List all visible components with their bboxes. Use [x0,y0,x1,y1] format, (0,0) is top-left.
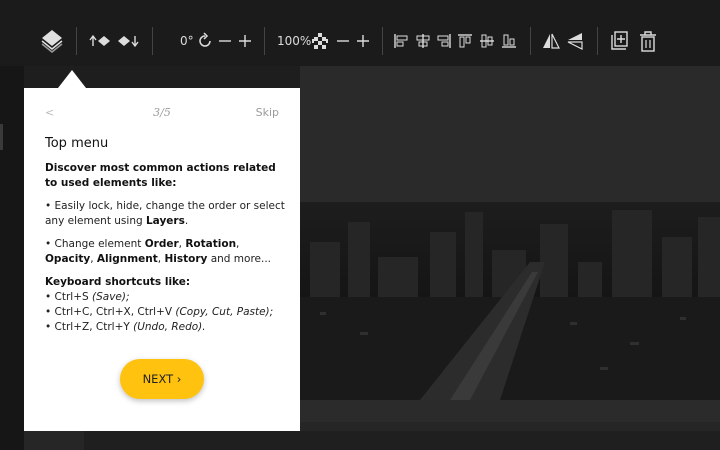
align-top-button[interactable] [457,26,473,56]
rail-tab[interactable] [0,124,3,150]
align-center-icon [415,33,431,49]
delete-button[interactable] [638,26,658,56]
move-up-button[interactable] [88,26,112,56]
canvas-bottom-panel [84,431,720,450]
align-bottom-icon [501,33,517,49]
opacity-checker-icon [312,33,328,49]
shortcut-desc: (Copy, Cut, Paste); [175,306,274,318]
opacity-readout: 100% [277,34,312,48]
tooltip-prev-button[interactable]: < [45,106,54,119]
layers-keyword: Layers [145,215,185,227]
move-down-button[interactable] [116,26,140,56]
rotation-increase-button[interactable] [238,26,252,56]
history-keyword: History [164,253,208,265]
city-background-image[interactable] [300,202,720,400]
top-toolbar: 0° 100% [0,0,720,66]
text: and more... [207,253,272,265]
order-keyword: Order [144,238,179,250]
trash-icon [638,30,658,52]
move-down-icon [116,33,140,49]
align-left-icon [393,33,409,49]
shortcut-desc: (Save); [92,291,130,303]
opacity-button[interactable] [312,26,328,56]
new-page-icon [609,31,629,51]
flip-vertical-icon [566,32,584,50]
shortcut-undo-redo: • Ctrl+Z, Ctrl+Y (Undo, Redo). [45,320,285,335]
shortcut-clipboard: • Ctrl+C, Ctrl+X, Ctrl+V (Copy, Cut, Pas… [45,305,285,320]
layers-button[interactable] [40,26,64,56]
align-center-button[interactable] [415,26,431,56]
text: , [90,253,97,265]
align-right-icon [436,33,452,49]
align-bottom-button[interactable] [501,26,517,56]
flip-horizontal-icon [542,32,560,50]
plus-icon [238,34,252,48]
rotation-keyword: Rotation [185,238,237,250]
toolbar-divider [152,27,153,55]
tooltip-skip-button[interactable]: Skip [256,106,279,119]
rotation-readout: 0° [180,34,194,48]
flip-horizontal-button[interactable] [542,26,560,56]
next-button[interactable]: NEXT › [120,359,204,399]
tooltip-nav: 3/5 < Skip [24,106,300,122]
tooltip-body: Top menu Discover most common actions re… [45,136,285,335]
toolbar-divider [530,27,531,55]
minus-icon [336,34,350,48]
tooltip-paragraph-properties: • Change element Order, Rotation, Opacit… [45,237,285,267]
onboarding-tooltip: 3/5 < Skip Top menu Discover most common… [24,88,300,431]
shortcut-desc: (Undo, Redo). [133,321,206,333]
tooltip-arrow [58,70,86,88]
rotate-icon [196,32,214,50]
toolbar-divider [264,27,265,55]
tooltip-paragraph-layers: • Easily lock, hide, change the order or… [45,199,285,229]
align-middle-icon [479,33,495,49]
canvas-strip [300,400,720,422]
text: , [236,238,240,250]
toolbar-divider [76,27,77,55]
city-skyline-graphic [300,202,720,400]
alignment-keyword: Alignment [96,253,158,265]
align-right-button[interactable] [436,26,452,56]
shortcut-save: • Ctrl+S (Save); [45,290,285,305]
layers-icon [40,28,64,54]
rotation-decrease-button[interactable] [218,26,232,56]
opacity-increase-button[interactable] [356,26,370,56]
text: . [184,215,189,227]
move-up-icon [88,33,112,49]
shortcuts-title: Keyboard shortcuts like: [45,276,191,288]
opacity-decrease-button[interactable] [336,26,350,56]
align-top-icon [457,33,473,49]
rotation-value: 0° [180,26,194,56]
flip-vertical-button[interactable] [566,26,584,56]
text: • Change element [45,238,145,250]
opacity-keyword: Opacity [45,253,91,265]
toolbar-divider [382,27,383,55]
shortcut-keys: • Ctrl+C, Ctrl+X, Ctrl+V [45,306,176,318]
canvas-area [300,66,720,202]
align-left-button[interactable] [393,26,409,56]
align-middle-button[interactable] [479,26,495,56]
rotate-button[interactable] [196,26,214,56]
tooltip-intro: Discover most common actions related to … [45,162,276,189]
shortcut-keys: • Ctrl+S [45,291,93,303]
minus-icon [218,34,232,48]
left-rail [0,0,24,450]
toolbar-divider [597,27,598,55]
opacity-value: 100% [277,26,311,56]
plus-icon [356,34,370,48]
shortcut-keys: • Ctrl+Z, Ctrl+Y [45,321,134,333]
add-page-button[interactable] [609,26,629,56]
tooltip-title: Top menu [45,136,109,151]
